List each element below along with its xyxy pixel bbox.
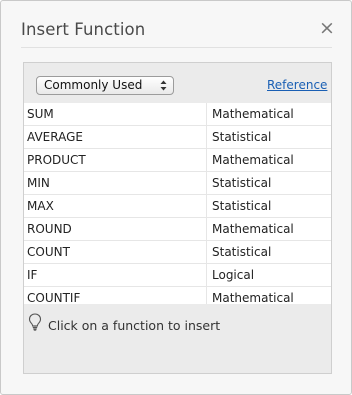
function-row[interactable]: COUNTIF Mathematical: [24, 287, 331, 304]
panel-toolbar: Commonly Used Reference: [24, 63, 331, 103]
hint-area: Click on a function to insert: [24, 304, 331, 373]
function-category: Logical: [212, 268, 255, 282]
close-icon[interactable]: ×: [317, 18, 337, 38]
function-category: Statistical: [212, 176, 272, 190]
header-divider: [21, 47, 332, 48]
function-name: AVERAGE: [24, 126, 207, 148]
function-row[interactable]: ROUND Mathematical: [24, 218, 331, 241]
function-name: MAX: [24, 195, 207, 217]
function-category: Mathematical: [212, 107, 294, 121]
category-select-value: Commonly Used: [44, 78, 143, 92]
function-name: ROUND: [24, 218, 207, 240]
function-list[interactable]: SUM Mathematical AVERAGE Statistical PRODUCT…: [24, 103, 331, 304]
function-name: MIN: [24, 172, 207, 194]
function-row[interactable]: IF Logical: [24, 264, 331, 287]
function-row[interactable]: AVERAGE Statistical: [24, 126, 331, 149]
function-name: SUM: [24, 103, 207, 125]
function-row[interactable]: COUNT Statistical: [24, 241, 331, 264]
function-name: COUNTIF: [24, 287, 207, 304]
hint-text: Click on a function to insert: [48, 318, 221, 333]
function-row[interactable]: MAX Statistical: [24, 195, 331, 218]
insert-function-dialog: Insert Function × Commonly Used Referenc…: [0, 0, 352, 395]
select-arrows-icon: [160, 80, 167, 91]
function-category: Statistical: [212, 199, 272, 213]
reference-link[interactable]: Reference: [267, 78, 327, 92]
function-category: Mathematical: [212, 222, 294, 236]
function-row[interactable]: PRODUCT Mathematical: [24, 149, 331, 172]
function-category: Mathematical: [212, 153, 294, 167]
function-category: Mathematical: [212, 291, 294, 304]
function-name: IF: [24, 264, 207, 286]
function-name: COUNT: [24, 241, 207, 263]
function-panel: Commonly Used Reference SUM Mathematical A…: [23, 62, 332, 374]
function-category: Statistical: [212, 130, 272, 144]
category-select[interactable]: Commonly Used: [36, 76, 174, 95]
dialog-title: Insert Function: [21, 20, 146, 39]
lightbulb-icon: [28, 313, 42, 331]
function-row[interactable]: SUM Mathematical: [24, 103, 331, 126]
function-category: Statistical: [212, 245, 272, 259]
function-row[interactable]: MIN Statistical: [24, 172, 331, 195]
function-name: PRODUCT: [24, 149, 207, 171]
